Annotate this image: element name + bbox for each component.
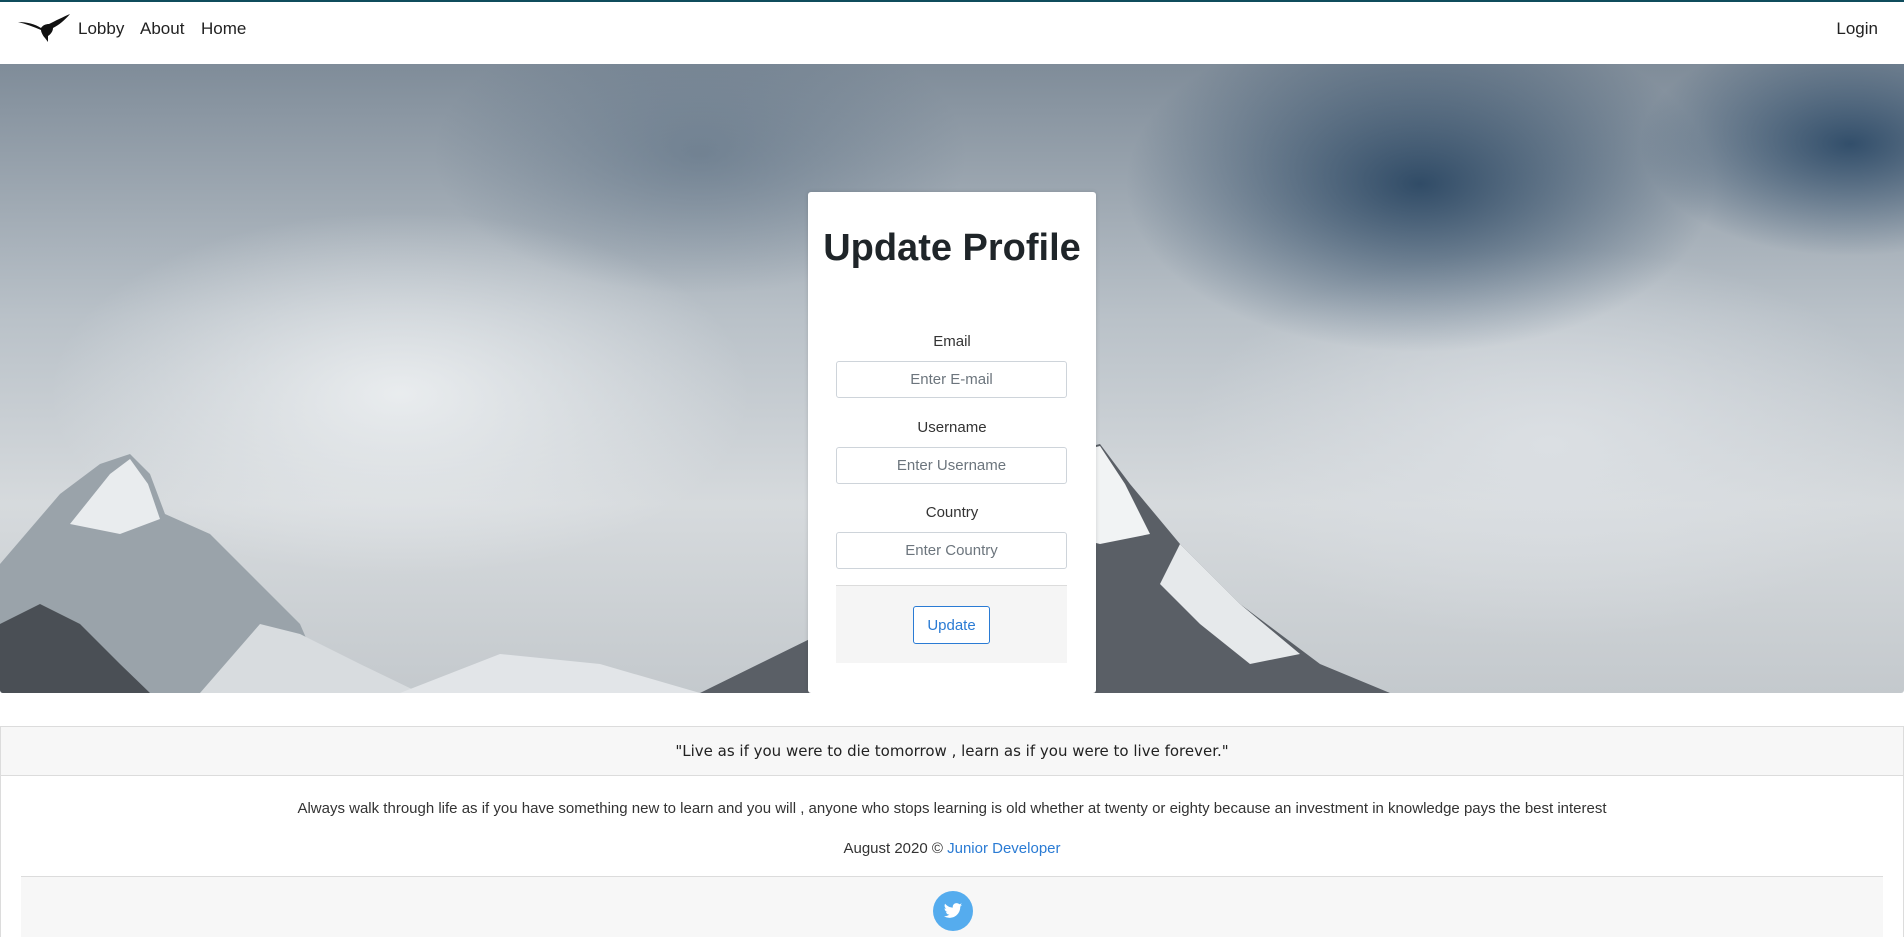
update-profile-card: Update Profile Email Username Country Up… — [808, 192, 1096, 693]
footer-text: Always walk through life as if you have … — [297, 800, 1607, 817]
country-field[interactable] — [836, 532, 1067, 569]
page-footer: "Live as if you were to die tomorrow , l… — [0, 726, 1904, 937]
twitter-icon — [943, 903, 963, 918]
nav-link-home[interactable]: Home — [201, 19, 246, 39]
email-field[interactable] — [836, 361, 1067, 398]
country-label: Country — [925, 504, 979, 521]
twitter-button[interactable] — [933, 891, 973, 931]
login-link[interactable]: Login — [1836, 19, 1878, 39]
navbar: Lobby About Home Login — [0, 2, 1904, 62]
form-footer: Update — [836, 585, 1067, 663]
footer-quote: "Live as if you were to die tomorrow , l… — [1, 727, 1903, 776]
eagle-icon[interactable] — [17, 12, 71, 44]
update-button[interactable]: Update — [913, 606, 990, 644]
nav-link-lobby[interactable]: Lobby — [78, 19, 124, 39]
email-label: Email — [933, 333, 971, 350]
author-link[interactable]: Junior Developer — [947, 840, 1060, 857]
social-bar — [21, 876, 1883, 937]
username-field[interactable] — [836, 447, 1067, 484]
page-title: Update Profile — [823, 227, 1081, 269]
nav-link-about[interactable]: About — [140, 19, 184, 39]
copyright: August 2020 © Junior Developer — [1, 840, 1903, 857]
hero-background: Update Profile Email Username Country Up… — [0, 64, 1904, 693]
copyright-text: August 2020 © — [843, 840, 943, 857]
username-label: Username — [917, 419, 987, 436]
